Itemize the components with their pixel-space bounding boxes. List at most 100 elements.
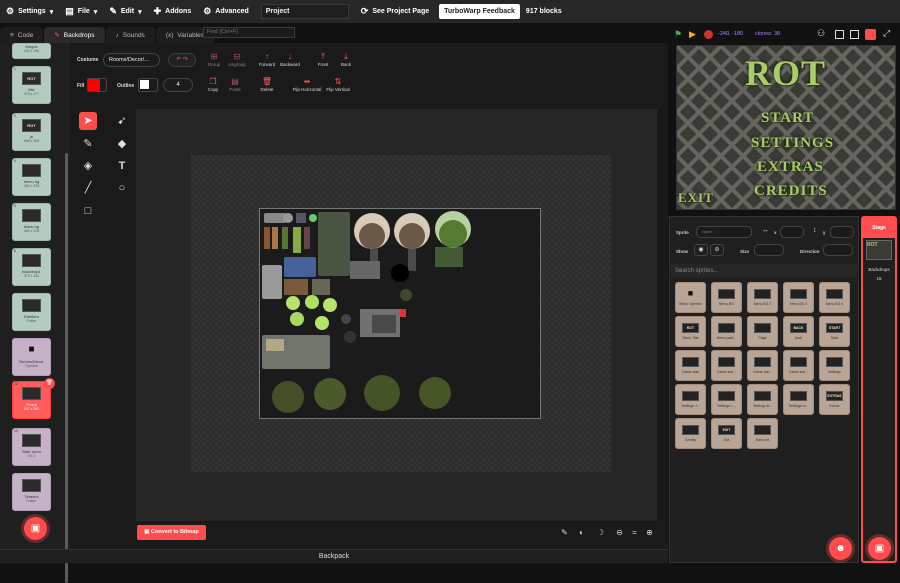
costume-item[interactable]: 6 backdrop1 372 x 102 bbox=[12, 248, 51, 286]
sprite-item[interactable]: BACK back bbox=[783, 316, 814, 347]
add-backdrop-button[interactable]: ▣ bbox=[868, 537, 891, 560]
outline-width-input[interactable]: 4 bbox=[163, 78, 193, 92]
zoom-in-icon[interactable]: ⊕ bbox=[643, 526, 656, 539]
sprite-item[interactable]: Menu BG bbox=[711, 282, 742, 313]
costume-item[interactable]: fungus 254 x 196 bbox=[12, 43, 51, 59]
sprite-item[interactable]: START Start bbox=[819, 316, 850, 347]
sprite-item[interactable]: Game start bbox=[675, 350, 706, 381]
size-input[interactable] bbox=[754, 244, 784, 256]
fill-tool[interactable]: ◈ bbox=[79, 157, 97, 175]
search-sprites-input[interactable]: Search sprites... bbox=[671, 264, 857, 278]
paste-button[interactable]: ▤ Paste bbox=[220, 77, 250, 92]
back-button[interactable]: ⤓ Back bbox=[331, 52, 361, 67]
find-input[interactable]: Find (Ctrl+F) bbox=[203, 27, 295, 38]
costume-item[interactable]: 5 black bg 482 x 378 bbox=[12, 203, 51, 241]
backward-button[interactable]: ↓ Backward bbox=[275, 52, 305, 67]
sprite-item[interactable]: Settings J... bbox=[675, 384, 706, 415]
sprite-item[interactable]: Settings B... bbox=[747, 384, 778, 415]
sprite-item[interactable]: Game star... bbox=[783, 350, 814, 381]
debugger-icon[interactable]: ⚇ bbox=[817, 28, 825, 39]
show-eye-icon[interactable]: ◉ bbox=[694, 244, 708, 256]
tab-code[interactable]: ≡ Code bbox=[0, 27, 44, 43]
costume-item[interactable]: Emblem Folder bbox=[12, 293, 51, 331]
addons-menu[interactable]: ✚ Addons bbox=[148, 0, 198, 23]
costume-item[interactable]: 1 ROT title 479 x 277 bbox=[12, 66, 51, 104]
line-tool[interactable]: ╱ bbox=[79, 179, 97, 197]
add-sprite-button[interactable]: ☻ bbox=[829, 537, 852, 560]
convert-to-bitmap-button[interactable]: ▣ Convert to Bitmap bbox=[137, 525, 206, 540]
sprite-item[interactable]: Page bbox=[747, 316, 778, 347]
costume-item[interactable]: 4 menu bg 482 x 378 bbox=[12, 158, 51, 196]
direction-input[interactable] bbox=[823, 244, 853, 256]
sprite-item[interactable]: Credits bbox=[675, 418, 706, 449]
hide-eye-icon[interactable]: ⊘ bbox=[710, 244, 724, 256]
layout-toggle-icon[interactable] bbox=[865, 29, 876, 40]
sprite-item[interactable]: Menu BG 2 bbox=[747, 282, 778, 313]
sprite-name-input[interactable]: Name bbox=[696, 226, 752, 238]
drop-icon[interactable]: ◐ bbox=[575, 526, 588, 539]
y-input[interactable] bbox=[830, 226, 854, 238]
feedback-button[interactable]: TurboWarp Feedback bbox=[439, 4, 520, 19]
x-input[interactable] bbox=[780, 226, 804, 238]
ungroup-button[interactable]: ⊟ Ungroup bbox=[222, 52, 252, 67]
rectangle-tool[interactable]: □ bbox=[79, 202, 97, 220]
sprite-item[interactable]: Menu txt bbox=[747, 418, 778, 449]
project-title-input[interactable]: Project bbox=[260, 4, 349, 19]
tab-backdrops[interactable]: ✎ Backdrops bbox=[44, 27, 105, 43]
zoom-reset-icon[interactable]: = bbox=[628, 526, 641, 539]
costume-scrollbar[interactable] bbox=[65, 153, 68, 583]
costume-artwork[interactable] bbox=[259, 208, 541, 419]
sprite-item[interactable]: EXIT Exit bbox=[711, 418, 742, 449]
costume-item[interactable]: Teasers Folder bbox=[12, 473, 51, 511]
file-menu[interactable]: ▤ File ▾ bbox=[59, 0, 103, 23]
costume-item[interactable]: 2 ROT jn 808 x 308 bbox=[12, 113, 51, 151]
large-stage-icon[interactable] bbox=[850, 30, 859, 39]
redo-icon[interactable]: ↷ bbox=[183, 57, 188, 63]
sprite-item[interactable]: Settings bbox=[819, 350, 850, 381]
brush-mode-icon[interactable]: ✎ bbox=[558, 526, 571, 539]
delete-costume-icon[interactable]: 🗑 bbox=[44, 378, 55, 389]
sprite-item[interactable]: EXTRAS Extras bbox=[819, 384, 850, 415]
pause-icon[interactable]: ▶ bbox=[689, 29, 696, 40]
sprite-item[interactable]: Menu BG 3 bbox=[783, 282, 814, 313]
stage-preview[interactable]: ROT START SETTINGS EXTRAS CREDITS EXIT bbox=[676, 45, 896, 210]
flip-vertical-button[interactable]: ⇅ Flip Vertical bbox=[323, 77, 353, 92]
text-tool[interactable]: T bbox=[113, 157, 131, 175]
zoom-out-icon[interactable]: ⊖ bbox=[613, 526, 626, 539]
small-stage-icon[interactable] bbox=[835, 30, 844, 39]
undo-icon[interactable]: ↶ bbox=[176, 57, 181, 63]
sprite-item[interactable]: ROT Menu Title bbox=[675, 316, 706, 347]
sprite-item[interactable]: Settings L... bbox=[711, 384, 742, 415]
sprite-item[interactable]: Game star... bbox=[711, 350, 742, 381]
settings-menu[interactable]: ⚙ Settings ▾ bbox=[0, 0, 59, 23]
tab-sounds[interactable]: ♪ Sounds bbox=[105, 27, 155, 43]
costume-item[interactable]: 12 Props 567 x 389 🗑 bbox=[12, 378, 55, 419]
costume-item[interactable]: ■ Rooms/Decor Opened bbox=[12, 338, 51, 376]
outline-color-picker[interactable] bbox=[138, 78, 158, 92]
sprite-item[interactable]: Menu BG 4 bbox=[819, 282, 850, 313]
add-costume-button[interactable]: ▣ bbox=[24, 517, 47, 540]
sprite-item[interactable]: ■ Menu Opened bbox=[675, 282, 706, 313]
stage-selector[interactable]: Stage ROT Backdrops 15 bbox=[861, 216, 897, 563]
select-tool[interactable]: ➤ bbox=[79, 112, 97, 130]
fullscreen-icon[interactable]: ⤢ bbox=[883, 28, 890, 39]
delete-button[interactable]: 🗑 Delete bbox=[252, 77, 282, 92]
costume-item[interactable]: 13 Start room 3 x 2 bbox=[12, 428, 51, 466]
brush-tool[interactable]: ✎ bbox=[79, 135, 97, 153]
flip-horizontal-button[interactable]: ⇹ Flip Horizontal bbox=[290, 77, 324, 92]
reshape-tool[interactable]: ➹ bbox=[113, 112, 131, 130]
edit-menu[interactable]: ✎ Edit ▾ bbox=[103, 0, 147, 23]
green-flag-icon[interactable]: ⚑ bbox=[674, 29, 682, 40]
backpack-bar[interactable]: Backpack bbox=[0, 549, 668, 563]
see-project-page-button[interactable]: ⟳ See Project Page bbox=[355, 0, 435, 23]
fill-color-picker[interactable] bbox=[87, 78, 107, 92]
eraser-tool[interactable]: ◆ bbox=[113, 135, 131, 153]
circle-tool[interactable]: ○ bbox=[113, 179, 131, 197]
costume-name-input[interactable]: Rooms/Decor/... bbox=[103, 53, 160, 67]
moon-icon[interactable]: ☽ bbox=[594, 526, 607, 539]
advanced-menu[interactable]: ⚙ Advanced bbox=[197, 0, 255, 23]
sprite-item[interactable]: Settings re... bbox=[783, 384, 814, 415]
stop-icon[interactable] bbox=[704, 30, 713, 39]
sprite-item[interactable]: Menu parti... bbox=[711, 316, 742, 347]
sprite-item[interactable]: Game star... bbox=[747, 350, 778, 381]
